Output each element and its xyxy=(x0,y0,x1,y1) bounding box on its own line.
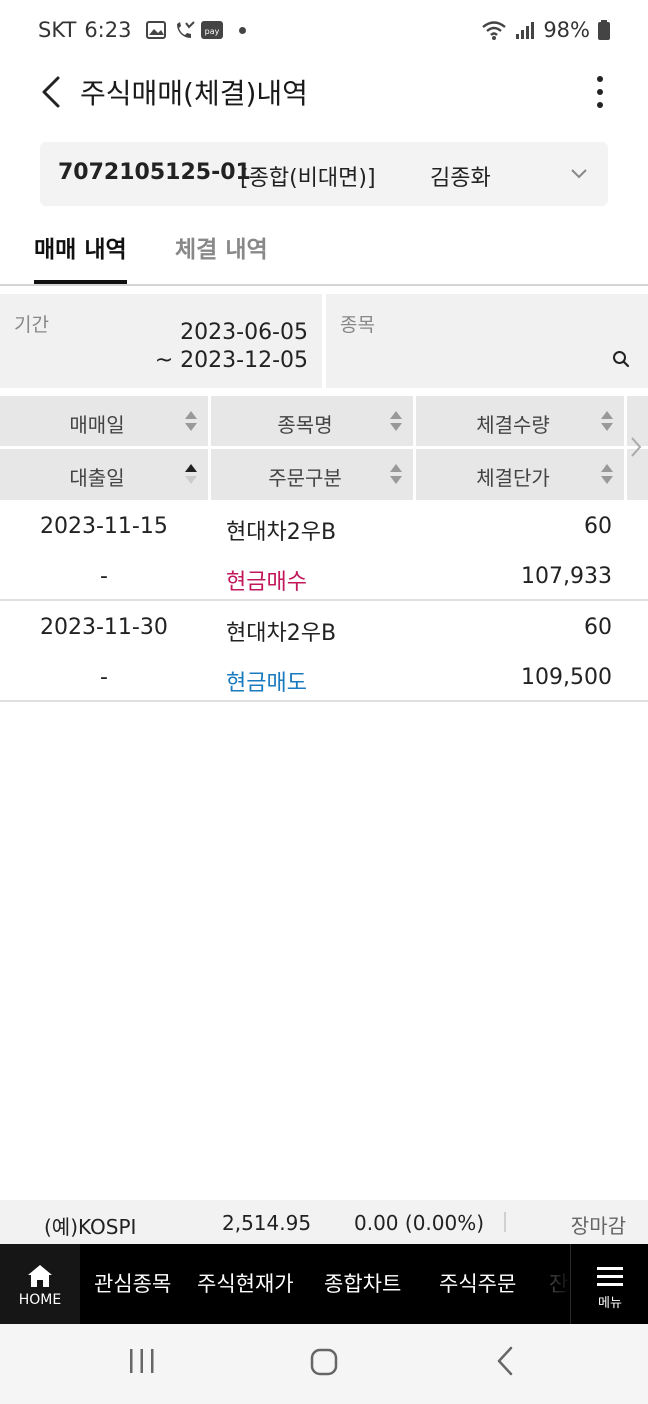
back-button[interactable] xyxy=(32,72,72,112)
tab-trade-history[interactable]: 매매 내역 xyxy=(34,230,127,284)
header-loan-date-label: 대출일 xyxy=(69,466,125,490)
header-stock-name[interactable]: 종목명 xyxy=(211,396,413,446)
notification-icons: pay xyxy=(145,20,224,40)
header-order-type-label: 주문구분 xyxy=(268,466,342,490)
battery-label: 98% xyxy=(543,18,590,42)
sort-icon xyxy=(390,464,402,484)
pay-icon: pay xyxy=(201,21,224,39)
period-start-date: 2023-06-05 xyxy=(180,320,308,345)
index-change: 0.00 (0.00%) xyxy=(354,1211,485,1235)
filter-area: 기간 2023-06-05 ~ 2023-12-05 종목 xyxy=(0,294,648,388)
nav-item-watchlist[interactable]: 관심종목 xyxy=(94,1268,171,1298)
carrier-label: SKT xyxy=(38,18,77,42)
account-type: [종합(비대면)] xyxy=(240,166,376,191)
tab-execution-history[interactable]: 체결 내역 xyxy=(175,230,268,282)
more-dot-icon xyxy=(597,102,603,108)
executed-quantity: 60 xyxy=(584,615,612,640)
executed-price: 107,933 xyxy=(521,564,612,589)
trade-date: 2023-11-15 xyxy=(40,514,168,539)
order-type: 현금매수 xyxy=(226,570,307,595)
menu-label: 메뉴 xyxy=(598,1296,622,1311)
header-divider xyxy=(0,446,648,449)
index-name: (예)KOSPI xyxy=(44,1215,137,1239)
recent-apps-icon[interactable] xyxy=(128,1348,156,1374)
page-title: 주식매매(체결)내역 xyxy=(80,77,308,110)
nav-item-chart[interactable]: 종합차트 xyxy=(324,1268,401,1298)
bottom-nav: HOME 관심종목 주식현재가 종합차트 주식주문 잔 메뉴 xyxy=(0,1244,648,1324)
gallery-icon xyxy=(146,21,167,39)
sort-icon xyxy=(601,411,613,431)
clock-label: 6:23 xyxy=(84,18,132,42)
svg-text:pay: pay xyxy=(205,27,220,36)
header-trade-date[interactable]: 매매일 xyxy=(0,396,208,446)
ticker-divider xyxy=(504,1212,506,1232)
stock-name: 현대차2우B xyxy=(226,520,337,545)
wifi-icon xyxy=(482,21,507,40)
more-options-button[interactable] xyxy=(588,72,612,112)
battery-icon xyxy=(598,20,610,40)
header-stock-name-label: 종목명 xyxy=(277,413,333,437)
hamburger-menu-icon xyxy=(597,1267,623,1286)
account-owner: 김종화 xyxy=(430,166,491,191)
nav-item-current-price[interactable]: 주식현재가 xyxy=(197,1268,294,1298)
tab-bar: 매매 내역 체결 내역 xyxy=(0,222,648,286)
account-selector[interactable]: 7072105125-01 [종합(비대면)] 김종화 xyxy=(40,142,608,206)
signal-icon xyxy=(516,22,535,39)
home-icon xyxy=(28,1265,52,1287)
missed-call-icon xyxy=(177,21,196,38)
chevron-right-icon[interactable] xyxy=(628,434,644,460)
trade-date: 2023-11-30 xyxy=(40,615,168,640)
loan-date: - xyxy=(100,564,108,589)
more-dot-icon xyxy=(597,89,603,95)
index-ticker[interactable]: (예)KOSPI 2,514.95 0.00 (0.00%) 장마감 xyxy=(0,1200,648,1244)
home-button[interactable]: HOME xyxy=(0,1244,80,1324)
header-quantity-label: 체결수량 xyxy=(476,413,550,437)
sort-icon xyxy=(390,411,402,431)
header-quantity[interactable]: 체결수량 xyxy=(416,396,624,446)
loan-date: - xyxy=(100,665,108,690)
search-icon[interactable] xyxy=(612,350,630,368)
stock-name: 현대차2우B xyxy=(226,621,337,646)
market-status: 장마감 xyxy=(570,1214,626,1238)
system-navigation-bar xyxy=(0,1324,648,1404)
header-price[interactable]: 체결단가 xyxy=(416,449,624,499)
account-number: 7072105125-01 xyxy=(58,160,251,185)
chevron-down-icon xyxy=(571,169,587,179)
executed-price: 109,500 xyxy=(521,665,612,690)
status-left: SKT 6:23 pay xyxy=(38,18,247,42)
nav-fade-overlay xyxy=(540,1244,572,1324)
header-trade-date-label: 매매일 xyxy=(69,413,125,437)
period-label: 기간 xyxy=(14,314,49,336)
system-back-icon[interactable] xyxy=(494,1346,516,1376)
status-right: 98% xyxy=(481,18,610,42)
more-dot-icon xyxy=(597,76,603,82)
header-order-type[interactable]: 주문구분 xyxy=(211,449,413,499)
executed-quantity: 60 xyxy=(584,514,612,539)
sort-ascending-icon xyxy=(185,464,197,484)
period-filter[interactable]: 기간 2023-06-05 ~ 2023-12-05 xyxy=(0,294,322,388)
nav-item-order[interactable]: 주식주문 xyxy=(439,1268,516,1298)
sort-icon xyxy=(601,464,613,484)
period-end-date: ~ 2023-12-05 xyxy=(154,348,308,373)
table-header: 매매일 종목명 체결수량 대출일 주문구분 체결단가 xyxy=(0,396,648,500)
stock-label: 종목 xyxy=(340,314,375,336)
menu-button[interactable]: 메뉴 xyxy=(570,1244,648,1324)
order-type: 현금매도 xyxy=(226,671,307,696)
header-price-label: 체결단가 xyxy=(476,466,550,490)
stock-search-field[interactable]: 종목 xyxy=(326,294,648,388)
status-bar: SKT 6:23 pay 98% xyxy=(0,0,648,62)
title-bar: 주식매매(체결)내역 xyxy=(0,62,648,122)
home-label: HOME xyxy=(18,1292,62,1308)
table-row[interactable]: 2023-11-15 - 현대차2우B 현금매수 60 107,933 xyxy=(0,500,648,601)
sort-icon xyxy=(185,411,197,431)
table-row[interactable]: 2023-11-30 - 현대차2우B 현금매도 60 109,500 xyxy=(0,601,648,702)
index-value: 2,514.95 xyxy=(222,1211,312,1235)
header-loan-date[interactable]: 대출일 xyxy=(0,449,208,499)
notification-dot-icon xyxy=(239,26,247,34)
system-home-icon[interactable] xyxy=(310,1348,338,1376)
